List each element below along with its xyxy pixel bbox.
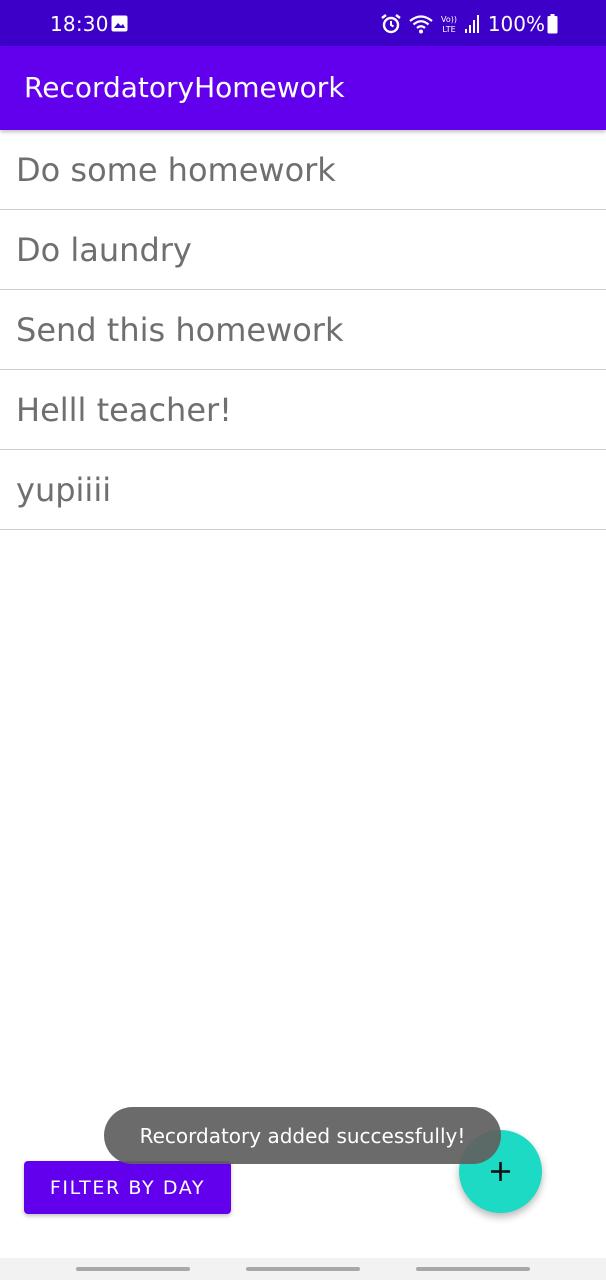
- navigation-bar: [0, 1258, 606, 1280]
- status-time: 18:30: [50, 12, 109, 36]
- list-item[interactable]: Helll teacher!: [0, 370, 606, 450]
- app-title: RecordatoryHomework: [24, 71, 345, 104]
- nav-recent-apps-handle[interactable]: [76, 1267, 190, 1271]
- list-item-text: Do some homework: [16, 150, 336, 189]
- nav-home-handle[interactable]: [246, 1267, 360, 1271]
- list-item[interactable]: Do some homework: [0, 130, 606, 210]
- list-item[interactable]: Send this homework: [0, 290, 606, 370]
- list-item[interactable]: yupiiii: [0, 450, 606, 530]
- list-item-text: Helll teacher!: [16, 390, 232, 429]
- list-item-text: yupiiii: [16, 470, 112, 509]
- status-icons: Vo)) LTE 100%: [380, 10, 558, 38]
- toast-message: Recordatory added successfully!: [104, 1107, 501, 1164]
- gallery-icon: [111, 15, 128, 32]
- wifi-icon: [409, 15, 433, 34]
- signal-icon: [464, 15, 479, 33]
- battery-icon: [547, 14, 558, 34]
- svg-text:LTE: LTE: [442, 25, 455, 34]
- filter-by-day-button[interactable]: FILTER BY DAY: [24, 1161, 231, 1214]
- list-item-text: Send this homework: [16, 310, 344, 349]
- status-bar: 18:30 Vo)) LTE 100%: [0, 0, 606, 46]
- homework-list: Do some homework Do laundry Send this ho…: [0, 130, 606, 530]
- battery-percent: 100%: [487, 12, 545, 36]
- list-item[interactable]: Do laundry: [0, 210, 606, 290]
- toast-text: Recordatory added successfully!: [139, 1123, 466, 1148]
- volte-icon: Vo)) LTE: [441, 15, 457, 34]
- app-bar: RecordatoryHomework: [0, 46, 606, 130]
- alarm-icon: [381, 14, 401, 34]
- plus-icon: [491, 1162, 510, 1181]
- filter-by-day-label: FILTER BY DAY: [49, 1176, 206, 1199]
- svg-text:Vo)): Vo)): [441, 15, 457, 24]
- list-item-text: Do laundry: [16, 230, 192, 269]
- nav-back-handle[interactable]: [416, 1267, 530, 1271]
